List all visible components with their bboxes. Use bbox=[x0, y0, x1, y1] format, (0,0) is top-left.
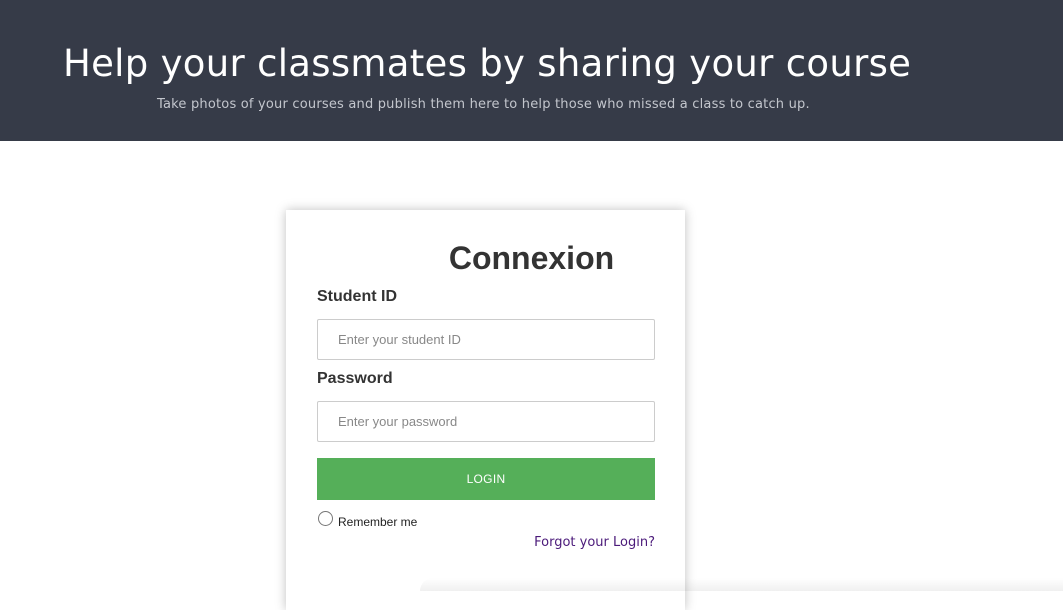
forgot-login-link[interactable]: Forgot your Login? bbox=[534, 534, 655, 551]
login-button[interactable]: LOGIN bbox=[317, 458, 655, 500]
remember-me-option[interactable]: Remember me bbox=[317, 508, 418, 529]
login-title: Connexion bbox=[448, 240, 615, 276]
student-id-input[interactable] bbox=[317, 319, 655, 360]
password-input[interactable] bbox=[317, 401, 655, 442]
page-title: Help your classmates by sharing your cou… bbox=[63, 42, 912, 85]
student-id-label: Student ID bbox=[317, 288, 397, 305]
password-label: Password bbox=[317, 370, 393, 387]
page-subtitle: Take photos of your courses and publish … bbox=[157, 97, 810, 112]
remember-me-radio[interactable] bbox=[318, 510, 333, 526]
bottom-shadow bbox=[420, 578, 1063, 591]
remember-me-label: Remember me bbox=[338, 515, 418, 529]
page-header: Help your classmates by sharing your cou… bbox=[0, 0, 1063, 141]
